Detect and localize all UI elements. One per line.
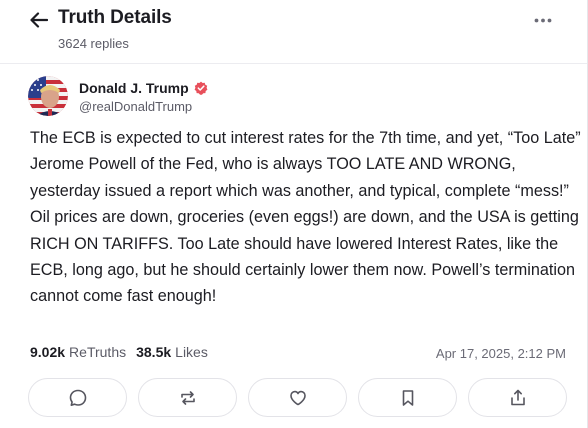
likes-label[interactable]: Likes xyxy=(175,344,208,360)
verified-badge-icon xyxy=(194,81,208,95)
retruth-button[interactable] xyxy=(138,378,237,417)
post-body-text: The ECB is expected to cut interest rate… xyxy=(30,129,581,306)
post-action-bar xyxy=(28,378,567,417)
share-icon xyxy=(510,389,525,405)
ellipsis-icon xyxy=(534,18,552,22)
post-stats: 9.02k ReTruths 38.5k Likes xyxy=(30,344,208,360)
retruths-label[interactable]: ReTruths xyxy=(69,344,126,360)
bookmark-button[interactable] xyxy=(358,378,457,417)
avatar[interactable] xyxy=(28,76,68,116)
arrow-left-icon xyxy=(30,12,48,28)
avatar-image xyxy=(28,76,68,116)
page-header: Truth Details 3624 replies xyxy=(0,0,587,60)
likes-count[interactable]: 38.5k xyxy=(136,344,171,360)
post-timestamp: Apr 17, 2025, 2:12 PM xyxy=(435,346,566,361)
replies-count: 3624 replies xyxy=(58,36,129,51)
author-name-row: Donald J. Trump xyxy=(79,80,208,96)
like-button[interactable] xyxy=(248,378,347,417)
more-options-button[interactable] xyxy=(529,12,557,28)
page-title: Truth Details xyxy=(58,7,172,28)
bookmark-icon xyxy=(402,389,413,406)
author-handle[interactable]: @realDonaldTrump xyxy=(79,99,192,114)
share-button[interactable] xyxy=(468,378,567,417)
heart-icon xyxy=(289,390,306,405)
comment-icon xyxy=(69,389,86,406)
author-display-name[interactable]: Donald J. Trump xyxy=(79,80,189,96)
reply-button[interactable] xyxy=(28,378,127,417)
repost-icon xyxy=(180,390,195,405)
retruths-count[interactable]: 9.02k xyxy=(30,344,65,360)
header-divider xyxy=(0,63,587,64)
truth-details-page: Truth Details 3624 replies Donald J. Tru… xyxy=(0,0,588,428)
back-button[interactable] xyxy=(28,9,50,31)
